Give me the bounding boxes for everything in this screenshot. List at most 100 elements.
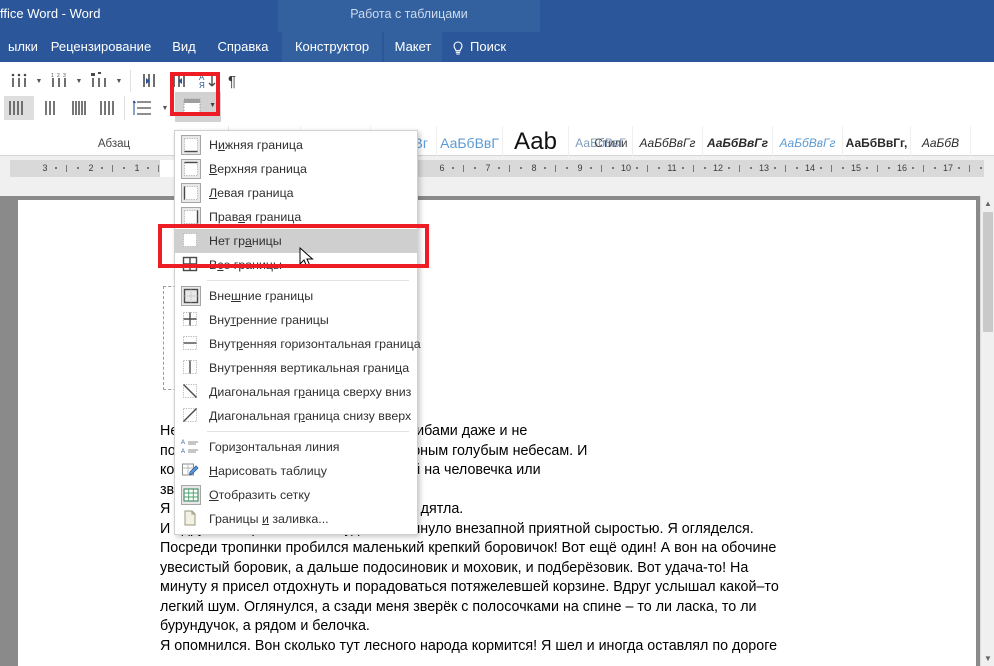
- menu-item-13[interactable]: Нарисовать таблицу: [175, 459, 417, 483]
- menu-item-15[interactable]: Границы и заливка...: [175, 507, 417, 531]
- document-paragraph: бурундучок, а рядом и белочка.: [160, 618, 370, 634]
- menu-item-2[interactable]: Левая граница: [175, 181, 417, 205]
- ribbon-tab-4[interactable]: Конструктор: [282, 32, 382, 62]
- ruler-minor-mark: [658, 167, 660, 169]
- border-inside-horizontal-icon: [181, 334, 201, 354]
- bullet-list-dropdown-arrow[interactable]: ▼: [34, 70, 44, 92]
- menu-item-label: Внутренние границы: [209, 313, 329, 327]
- menu-item-4[interactable]: Нет границы: [175, 229, 417, 253]
- multilevel-list-dropdown-arrow[interactable]: ▼: [114, 70, 124, 92]
- menu-item-label: Нижняя граница: [209, 138, 303, 152]
- ribbon-tab-5[interactable]: Макет: [384, 32, 442, 62]
- ruler-tick-10: 10: [620, 163, 631, 173]
- ruler-minor-mark: [796, 167, 798, 169]
- word-window: ffice Word - Word Работа с таблицами ылк…: [0, 0, 994, 666]
- menu-item-label: Внутренняя горизонтальная граница: [209, 337, 421, 351]
- border-inside-vertical-icon: [181, 358, 201, 378]
- document-page[interactable]: Не грибная. В холодном сухом лесу грибам…: [18, 200, 976, 666]
- ruler-minor-mark: [566, 167, 568, 169]
- increase-indent-button[interactable]: [168, 70, 192, 92]
- svg-text:Я: Я: [199, 81, 205, 90]
- document-area: Не грибная. В холодном сухом лесу грибам…: [0, 196, 994, 666]
- menu-item-label: Диагональная граница сверху вниз: [209, 385, 412, 399]
- scroll-up-icon[interactable]: ▲: [981, 196, 994, 211]
- ruler-minor-mark: [693, 165, 694, 172]
- mouse-cursor: [299, 246, 315, 274]
- sort-button[interactable]: AЯ: [196, 70, 220, 92]
- ribbon-tab-2[interactable]: Вид: [160, 32, 208, 62]
- ruler-minor-mark: [509, 165, 510, 172]
- ruler-minor-mark: [923, 165, 924, 172]
- ruler-tick-16: 16: [896, 163, 907, 173]
- ruler-minor-mark: [544, 167, 546, 169]
- ruler-minor-mark: [66, 165, 67, 172]
- horizontal-ruler[interactable]: 3 2 1 6 7 8 9 10 11 12 13 14 15 16 17: [10, 160, 984, 177]
- menu-item-7[interactable]: Внутренние границы: [175, 308, 417, 332]
- menu-item-14[interactable]: Отобразить сетку: [175, 483, 417, 507]
- ruler-minor-mark: [831, 165, 832, 172]
- ruler-minor-mark: [934, 167, 936, 169]
- ribbon: ▼ 123 ▼ ▼ AЯ ¶ ▼ ▼ АаБбВвГ Ааb АаБбВвГ А…: [0, 62, 994, 184]
- menu-item-label: Внутренняя вертикальная граница: [209, 361, 410, 375]
- borders-and-shading-icon: [181, 509, 201, 529]
- menu-item-label: Правая граница: [209, 210, 302, 224]
- border-diagonal-up-icon: [181, 406, 201, 426]
- line-spacing-button[interactable]: [130, 96, 158, 120]
- decrease-indent-button[interactable]: [138, 70, 162, 92]
- ruler-minor-mark: [612, 167, 614, 169]
- borders-dropdown-menu[interactable]: Нижняя граница Верхняя граница Левая грани…: [174, 130, 421, 535]
- menu-item-6[interactable]: Внешние границы: [175, 284, 417, 308]
- ribbon-tab-1[interactable]: Рецензирование: [42, 32, 160, 62]
- align-left-button[interactable]: [4, 96, 34, 120]
- menu-item-10[interactable]: Диагональная граница сверху вниз: [175, 380, 417, 404]
- numbered-list-dropdown-arrow[interactable]: ▼: [74, 70, 84, 92]
- scrollbar-thumb[interactable]: [983, 212, 993, 332]
- menu-item-8[interactable]: Внутренняя горизонтальная граница: [175, 332, 421, 356]
- line-spacing-dropdown-arrow[interactable]: ▼: [160, 96, 170, 120]
- menu-item-5[interactable]: Все границы: [175, 253, 417, 277]
- borders-split-button[interactable]: ▼: [175, 92, 221, 122]
- bullet-list-button[interactable]: [8, 70, 34, 92]
- ruler-minor-mark: [474, 167, 476, 169]
- vertical-scrollbar[interactable]: ▲ ▼: [980, 196, 994, 666]
- menu-item-12[interactable]: A A Горизонтальная линия: [175, 435, 417, 459]
- ruler-area: 3 2 1 6 7 8 9 10 11 12 13 14 15 16 17: [0, 156, 994, 200]
- ruler-minor-mark: [601, 165, 602, 172]
- numbered-list-button[interactable]: 123: [48, 70, 74, 92]
- document-paragraph: Посреди тропинки пробился маленький креп…: [160, 540, 777, 556]
- ruler-minor-mark: [590, 167, 592, 169]
- search-box[interactable]: Поиск: [452, 32, 506, 62]
- multilevel-list-button[interactable]: [88, 70, 114, 92]
- ruler-minor-mark: [682, 167, 684, 169]
- ruler-tick-11: 11: [667, 163, 677, 173]
- ruler-minor-mark: [774, 167, 776, 169]
- scroll-down-icon[interactable]: ▼: [981, 651, 994, 666]
- title-bar: ffice Word - Word Работа с таблицами: [0, 0, 994, 62]
- ruler-minor-mark: [980, 167, 982, 169]
- menu-item-label: Границы и заливка...: [209, 512, 329, 526]
- ruler-minor-mark: [147, 167, 149, 169]
- menu-item-label: Отобразить сетку: [209, 488, 311, 502]
- border-right-icon: [181, 207, 201, 227]
- ribbon-tab-3[interactable]: Справка: [208, 32, 278, 62]
- ruler-tick-6: 6: [439, 163, 445, 173]
- menu-item-9[interactable]: Внутренняя вертикальная граница: [175, 356, 417, 380]
- align-right-button[interactable]: [66, 96, 94, 120]
- menu-separator: [207, 431, 409, 432]
- align-center-button[interactable]: [38, 96, 66, 120]
- ribbon-tab-0[interactable]: ылки: [0, 32, 42, 62]
- show-marks-button[interactable]: ¶: [222, 70, 242, 92]
- ruler-tick-8: 8: [531, 163, 537, 173]
- menu-item-1[interactable]: Верхняя граница: [175, 157, 417, 181]
- align-justify-button[interactable]: [94, 96, 122, 120]
- ruler-minor-mark: [969, 165, 970, 172]
- ruler-minor-mark: [888, 167, 890, 169]
- svg-text:A: A: [181, 440, 185, 446]
- menu-item-0[interactable]: Нижняя граница: [175, 133, 417, 157]
- ruler-minor-mark: [739, 165, 740, 172]
- ruler-minor-mark: [112, 165, 113, 172]
- menu-item-11[interactable]: Диагональная граница снизу вверх: [175, 404, 417, 428]
- menu-item-3[interactable]: Правая граница: [175, 205, 417, 229]
- borders-dropdown-arrow[interactable]: ▼: [209, 102, 216, 109]
- search-label: Поиск: [470, 39, 507, 54]
